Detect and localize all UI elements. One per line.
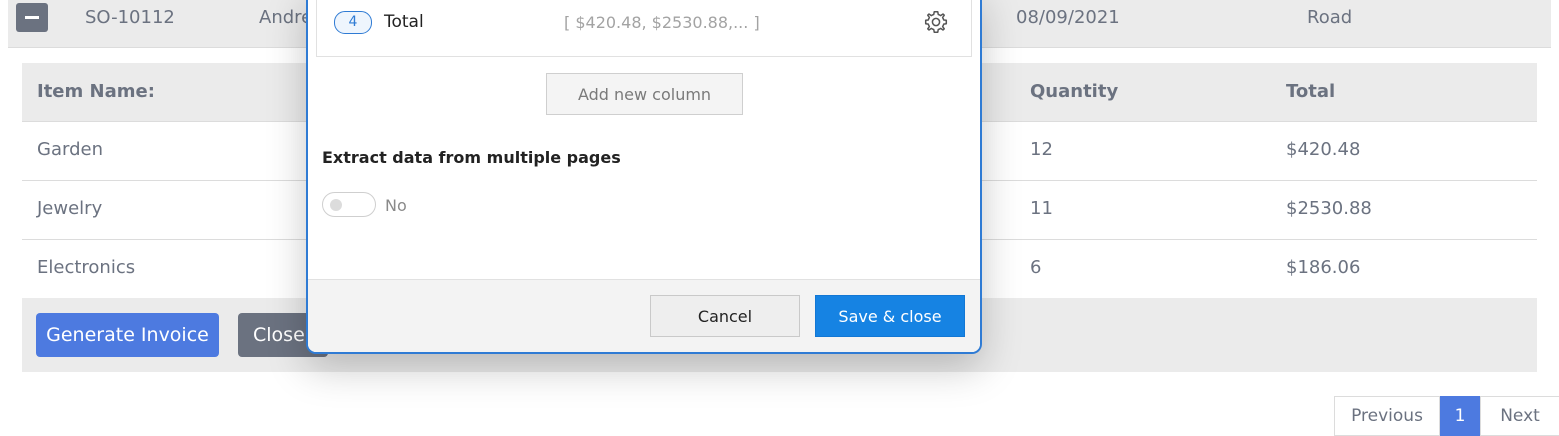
add-new-column-button[interactable]: Add new column (546, 73, 743, 115)
extract-multiple-pages-toggle[interactable] (322, 192, 376, 217)
page-1-button[interactable]: 1 (1440, 396, 1480, 436)
column-preview: [ $420.48, $2530.88,... ] (564, 13, 760, 32)
gear-icon[interactable] (923, 9, 949, 35)
save-and-close-button[interactable]: Save & close (815, 295, 965, 337)
next-page-button[interactable]: Next (1480, 396, 1559, 436)
dialog-footer: Cancel Save & close (308, 279, 980, 352)
header-item-name: Item Name: (37, 81, 155, 102)
cell-item-name: Jewelry (37, 198, 103, 219)
collapse-row-button[interactable] (16, 3, 48, 32)
column-settings-dialog: 4 Total [ $420.48, $2530.88,... ] Add ne… (306, 0, 982, 354)
order-customer: Andre (259, 7, 313, 28)
cell-quantity: 6 (1030, 257, 1042, 278)
cell-total: $420.48 (1286, 139, 1361, 160)
cell-total: $2530.88 (1286, 198, 1372, 219)
header-total: Total (1286, 81, 1336, 102)
cancel-button[interactable]: Cancel (650, 295, 800, 337)
order-ship-via: Road (1307, 7, 1353, 28)
extract-multiple-pages-label: Extract data from multiple pages (322, 148, 621, 167)
order-date: 08/09/2021 (1016, 7, 1120, 28)
cell-item-name: Garden (37, 139, 103, 160)
order-id: SO-10112 (85, 7, 175, 28)
toggle-knob (330, 199, 342, 211)
cell-quantity: 12 (1030, 139, 1053, 160)
header-quantity: Quantity (1030, 81, 1119, 102)
generate-invoice-button[interactable]: Generate Invoice (36, 313, 219, 357)
toggle-value-label: No (385, 196, 407, 215)
cell-item-name: Electronics (37, 257, 136, 278)
column-index-badge: 4 (334, 11, 372, 34)
cell-quantity: 11 (1030, 198, 1053, 219)
previous-page-button[interactable]: Previous (1334, 396, 1440, 436)
column-name: Total (384, 12, 424, 32)
cell-total: $186.06 (1286, 257, 1361, 278)
column-item[interactable]: 4 Total [ $420.48, $2530.88,... ] (316, 0, 972, 57)
